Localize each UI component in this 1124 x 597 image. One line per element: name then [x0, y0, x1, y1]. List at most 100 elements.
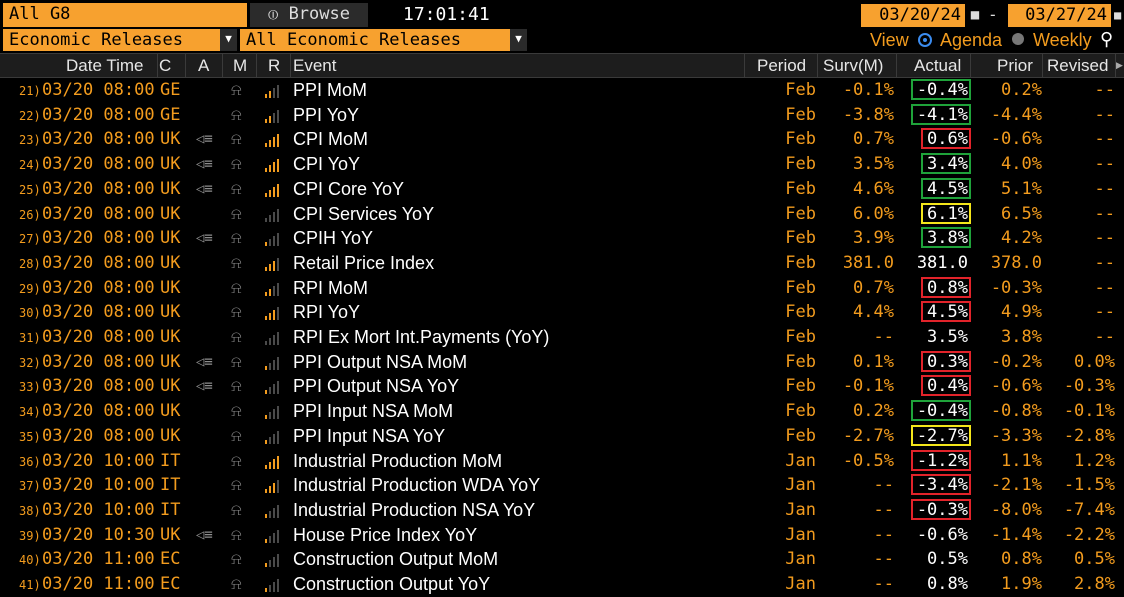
table-row[interactable]: 26) 03/20 08:00 UK ⍾ CPI Services YoY Feb 6.0%…: [0, 202, 1124, 227]
table-row[interactable]: 24) 03/20 08:00 UK ◁≡ ⍾ CPI YoY Feb 3.5% 3.4% 4.0…: [0, 152, 1124, 177]
bell-icon[interactable]: ⍾: [231, 300, 242, 324]
bell-icon[interactable]: ⍾: [231, 251, 242, 275]
col-relevance[interactable]: R: [268, 54, 280, 77]
calendar-icon[interactable]: ■: [968, 4, 982, 26]
event-name[interactable]: PPI Input NSA MoM: [293, 399, 453, 423]
period: Feb: [785, 228, 816, 249]
bell-icon[interactable]: ⍾: [231, 103, 242, 127]
bell-icon[interactable]: ⍾: [231, 127, 242, 151]
table-row[interactable]: 21) 03/20 08:00 GE ⍾ PPI MoM Feb -0.1% -0.4% 0.2…: [0, 78, 1124, 103]
release-datetime: 03/20 08:00: [42, 327, 155, 347]
table-row[interactable]: 39) 03/20 10:30 UK ◁≡ ⍾ House Price Index YoY…: [0, 523, 1124, 548]
table-row[interactable]: 29) 03/20 08:00 UK ⍾ RPI MoM Feb 0.7% 0.8% -0.3%…: [0, 276, 1124, 301]
bell-icon[interactable]: ⍾: [231, 399, 242, 423]
table-row[interactable]: 37) 03/20 10:00 IT ⍾ Industrial Production W…: [0, 473, 1124, 498]
end-date-field[interactable]: 03/27/24: [1008, 4, 1111, 27]
event-name[interactable]: CPIH YoY: [293, 226, 373, 250]
scroll-right-icon[interactable]: ▶: [1116, 54, 1123, 77]
table-row[interactable]: 27) 03/20 08:00 UK ◁≡ ⍾ CPIH YoY Feb 3.9% 3.8% 4.…: [0, 226, 1124, 251]
event-name[interactable]: CPI YoY: [293, 152, 360, 176]
bell-icon[interactable]: ⍾: [231, 572, 242, 596]
event-name[interactable]: RPI YoY: [293, 300, 360, 324]
bell-icon[interactable]: ⍾: [231, 276, 242, 300]
event-name[interactable]: CPI Core YoY: [293, 177, 404, 201]
col-prior[interactable]: Prior: [997, 54, 1033, 77]
table-row[interactable]: 33) 03/20 08:00 UK ◁≡ ⍾ PPI Output NSA YoY Feb…: [0, 374, 1124, 399]
bell-icon[interactable]: ⍾: [231, 424, 242, 448]
bell-icon[interactable]: ⍾: [231, 226, 242, 250]
table-row[interactable]: 31) 03/20 08:00 UK ⍾ RPI Ex Mort Int.Payment…: [0, 325, 1124, 350]
col-event[interactable]: Event: [293, 54, 336, 77]
table-row[interactable]: 38) 03/20 10:00 IT ⍾ Industrial Production N…: [0, 498, 1124, 523]
calendar-icon-end[interactable]: ■: [1114, 4, 1124, 26]
start-date-field[interactable]: 03/20/24: [861, 4, 965, 27]
col-actual[interactable]: Actual: [914, 54, 961, 77]
table-row[interactable]: 40) 03/20 11:00 EC ⍾ Construction Output MoM…: [0, 547, 1124, 572]
col-survey[interactable]: Surv(M): [823, 54, 883, 77]
table-row[interactable]: 28) 03/20 08:00 UK ⍾ Retail Price Index Feb 38…: [0, 251, 1124, 276]
agenda-radio[interactable]: [918, 33, 932, 47]
speaker-icon[interactable]: ◁≡: [196, 350, 213, 374]
table-row[interactable]: 22) 03/20 08:00 GE ⍾ PPI YoY Feb -3.8% -4.1% -4.…: [0, 103, 1124, 128]
bell-icon[interactable]: ⍾: [231, 325, 242, 349]
event-name[interactable]: Retail Price Index: [293, 251, 434, 275]
search-icon[interactable]: ⚲: [1100, 28, 1113, 52]
security-group-field[interactable]: All G8: [3, 3, 247, 27]
bell-icon[interactable]: ⍾: [231, 152, 242, 176]
table-row[interactable]: 35) 03/20 08:00 UK ⍾ PPI Input NSA YoY Feb -2.…: [0, 424, 1124, 449]
row-number: 37): [19, 479, 41, 494]
bell-icon[interactable]: ⍾: [231, 547, 242, 571]
event-name[interactable]: House Price Index YoY: [293, 523, 477, 547]
event-name[interactable]: Construction Output MoM: [293, 547, 498, 571]
table-row[interactable]: 25) 03/20 08:00 UK ◁≡ ⍾ CPI Core YoY Feb 4.6% 4.…: [0, 177, 1124, 202]
bell-icon[interactable]: ⍾: [231, 350, 242, 374]
speaker-icon[interactable]: ◁≡: [196, 226, 213, 250]
event-name[interactable]: PPI YoY: [293, 103, 359, 127]
event-name[interactable]: RPI Ex Mort Int.Payments (YoY): [293, 325, 549, 349]
event-name[interactable]: Industrial Production NSA YoY: [293, 498, 535, 522]
col-period[interactable]: Period: [757, 54, 806, 77]
event-name[interactable]: PPI MoM: [293, 78, 367, 102]
actual-value: 4.5%: [927, 178, 968, 199]
revised-value: --: [1094, 302, 1115, 323]
table-row[interactable]: 23) 03/20 08:00 UK ◁≡ ⍾ CPI MoM Feb 0.7% 0.6% -0.…: [0, 127, 1124, 152]
bell-icon[interactable]: ⍾: [231, 523, 242, 547]
event-name[interactable]: Industrial Production MoM: [293, 449, 502, 473]
subcategory-dropdown[interactable]: All Economic Releases: [240, 29, 510, 51]
speaker-icon[interactable]: ◁≡: [196, 152, 213, 176]
table-row[interactable]: 36) 03/20 10:00 IT ⍾ Industrial Production M…: [0, 449, 1124, 474]
category-dropdown[interactable]: Economic Releases: [3, 29, 220, 51]
event-name[interactable]: Construction Output YoY: [293, 572, 490, 596]
col-monitor[interactable]: M: [233, 54, 247, 77]
weekly-radio[interactable]: [1012, 33, 1024, 45]
table-row[interactable]: 30) 03/20 08:00 UK ⍾ RPI YoY Feb 4.4% 4.5% 4.9% -…: [0, 300, 1124, 325]
table-row[interactable]: 41) 03/20 11:00 EC ⍾ Construction Output YoY…: [0, 572, 1124, 597]
bell-icon[interactable]: ⍾: [231, 498, 242, 522]
event-name[interactable]: PPI Input NSA YoY: [293, 424, 445, 448]
bell-icon[interactable]: ⍾: [231, 78, 242, 102]
table-row[interactable]: 32) 03/20 08:00 UK ◁≡ ⍾ PPI Output NSA MoM Feb…: [0, 350, 1124, 375]
bell-icon[interactable]: ⍾: [231, 473, 242, 497]
bell-icon[interactable]: ⍾: [231, 177, 242, 201]
bell-icon[interactable]: ⍾: [231, 202, 242, 226]
speaker-icon[interactable]: ◁≡: [196, 374, 213, 398]
col-country[interactable]: C: [159, 54, 171, 77]
bell-icon[interactable]: ⍾: [231, 449, 242, 473]
speaker-icon[interactable]: ◁≡: [196, 177, 213, 201]
event-name[interactable]: Industrial Production WDA YoY: [293, 473, 540, 497]
event-name[interactable]: PPI Output NSA MoM: [293, 350, 467, 374]
browse-button[interactable]: ⏼ Browse: [250, 3, 368, 27]
event-name[interactable]: RPI MoM: [293, 276, 368, 300]
col-revised[interactable]: Revised: [1047, 54, 1108, 77]
event-name[interactable]: CPI Services YoY: [293, 202, 434, 226]
bell-icon[interactable]: ⍾: [231, 374, 242, 398]
col-datetime[interactable]: Date Time: [66, 54, 143, 77]
event-name[interactable]: PPI Output NSA YoY: [293, 374, 459, 398]
chevron-down-icon[interactable]: ▼: [220, 29, 237, 51]
chevron-down-icon[interactable]: ▼: [510, 29, 527, 51]
speaker-icon[interactable]: ◁≡: [196, 523, 213, 547]
event-name[interactable]: CPI MoM: [293, 127, 368, 151]
speaker-icon[interactable]: ◁≡: [196, 127, 213, 151]
col-alert[interactable]: A: [198, 54, 209, 77]
table-row[interactable]: 34) 03/20 08:00 UK ⍾ PPI Input NSA MoM Feb 0.2…: [0, 399, 1124, 424]
